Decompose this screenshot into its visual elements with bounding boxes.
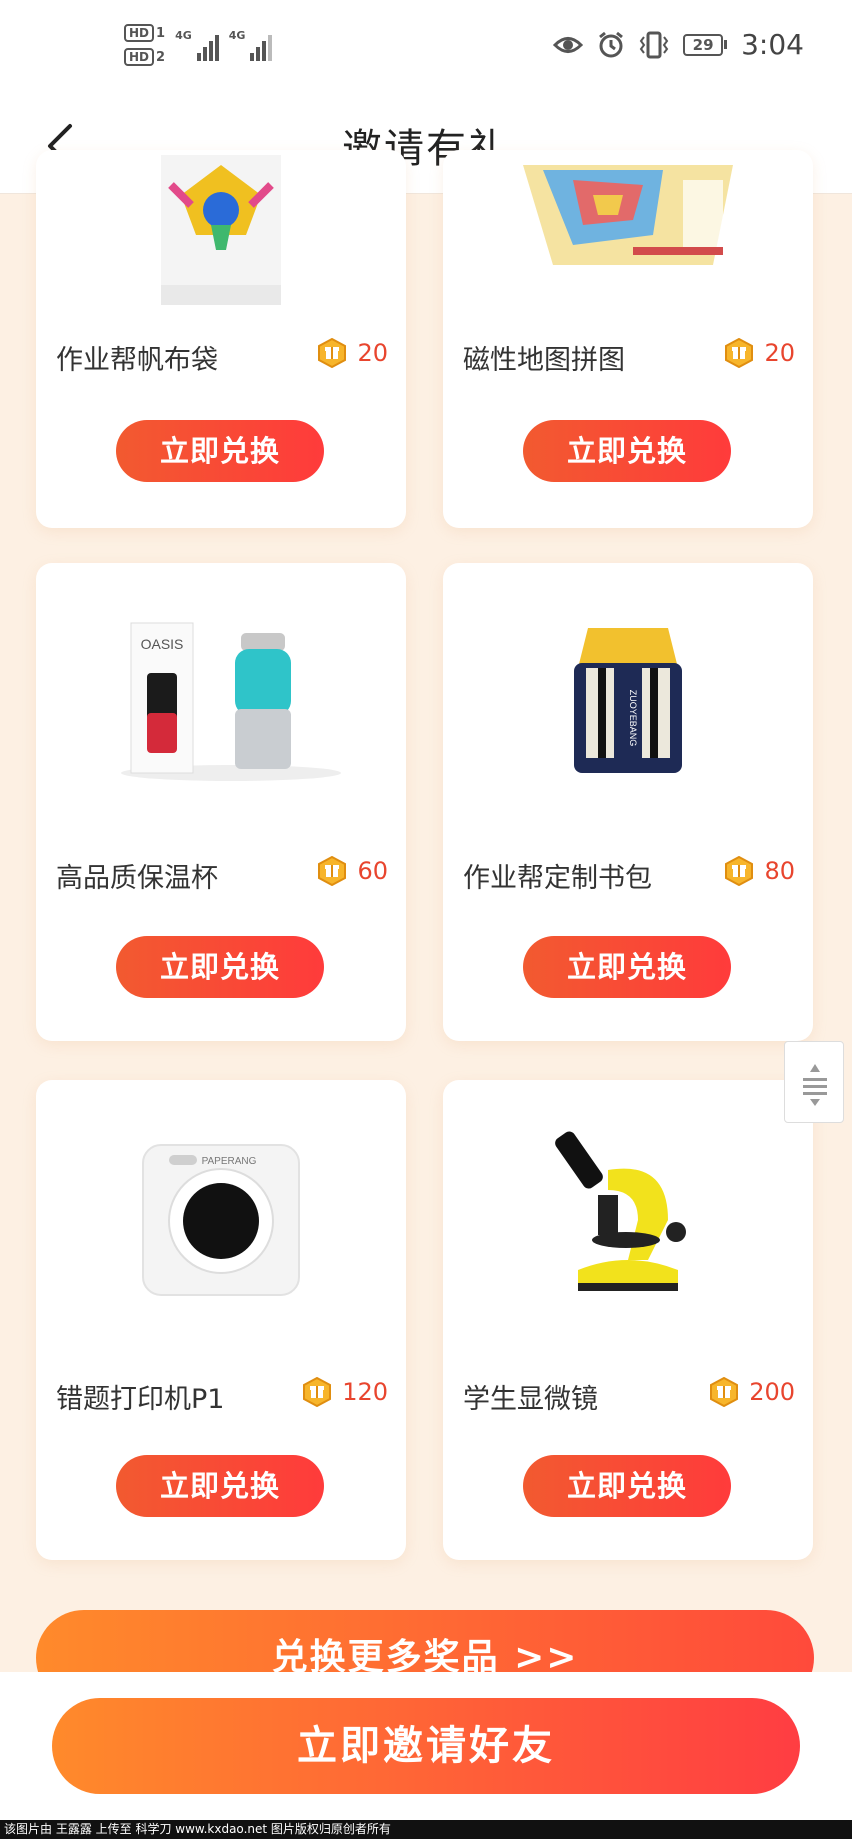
price-value: 120 bbox=[342, 1378, 388, 1406]
network-type-1: 4G bbox=[175, 29, 192, 42]
sim1-index: 1 bbox=[156, 25, 166, 41]
price-value: 60 bbox=[357, 857, 388, 885]
product-price: 200 bbox=[709, 1377, 795, 1407]
product-card-microscope: 学生显微镜 200 立即兑换 bbox=[443, 1080, 813, 1560]
sim-indicators: HD 1 HD 2 4G 4G bbox=[124, 24, 273, 66]
product-price: 120 bbox=[302, 1377, 388, 1407]
product-price: 20 bbox=[317, 338, 388, 368]
drag-handle-icon bbox=[803, 1064, 827, 1106]
redeem-button[interactable]: 立即兑换 bbox=[116, 1455, 324, 1517]
price-value: 200 bbox=[749, 1378, 795, 1406]
product-image-microscope bbox=[443, 1080, 813, 1350]
gift-coin-icon bbox=[725, 856, 754, 886]
sim1-hd-label: HD bbox=[124, 24, 155, 42]
redeem-button[interactable]: 立即兑换 bbox=[116, 936, 324, 998]
product-name: 作业帮定制书包 bbox=[463, 863, 652, 894]
product-image-thermos-cup: OASIS bbox=[36, 563, 406, 833]
gift-coin-icon bbox=[303, 1377, 332, 1407]
product-name: 高品质保温杯 bbox=[56, 863, 218, 894]
gift-coin-icon bbox=[710, 1377, 739, 1407]
product-price: 60 bbox=[317, 856, 388, 886]
battery-level: 29 bbox=[683, 33, 724, 56]
product-image-canvas-bag bbox=[36, 150, 406, 310]
product-card-map-puzzle: 磁性地图拼图 20 立即兑换 bbox=[443, 150, 813, 528]
redeem-button[interactable]: 立即兑换 bbox=[116, 420, 324, 482]
backpack-brand: ZUOYEBANG bbox=[628, 690, 638, 747]
gift-coin-icon bbox=[318, 338, 347, 368]
signal-icon-2: 4G bbox=[229, 29, 273, 61]
printer-brand: PAPERANG bbox=[202, 1156, 257, 1167]
product-price: 80 bbox=[724, 856, 795, 886]
signal-icon-1: 4G bbox=[175, 29, 219, 61]
status-bar: HD 1 HD 2 4G 4G 29 3:04 bbox=[0, 0, 852, 98]
scroll-handle[interactable] bbox=[784, 1041, 844, 1123]
alarm-icon bbox=[599, 31, 624, 57]
gift-coin-icon bbox=[725, 338, 754, 368]
invite-friends-button[interactable]: 立即邀请好友 bbox=[52, 1698, 800, 1794]
status-right-group: 29 3:04 bbox=[553, 28, 804, 61]
redeem-button[interactable]: 立即兑换 bbox=[523, 936, 731, 998]
price-value: 80 bbox=[764, 857, 795, 885]
product-card-thermos-cup: OASIS 高品质保温杯 60 立即兑换 bbox=[36, 563, 406, 1041]
product-price: 20 bbox=[724, 338, 795, 368]
product-name: 磁性地图拼图 bbox=[463, 345, 625, 376]
product-image-backpack: ZUOYEBANG bbox=[443, 563, 813, 833]
price-value: 20 bbox=[357, 339, 388, 367]
product-name: 学生显微镜 bbox=[463, 1384, 598, 1415]
network-type-2: 4G bbox=[228, 29, 246, 42]
app-root: HD 1 HD 2 4G 4G 29 3:04 邀请有礼 作业帮帆布袋 20 立… bbox=[0, 0, 852, 1839]
price-value: 20 bbox=[764, 339, 795, 367]
product-card-mini-printer: PAPERANG 错题打印机P1 120 立即兑换 bbox=[36, 1080, 406, 1560]
redeem-button[interactable]: 立即兑换 bbox=[523, 420, 731, 482]
product-image-mini-printer: PAPERANG bbox=[36, 1080, 406, 1350]
sim2-index: 2 bbox=[156, 49, 166, 65]
product-name: 错题打印机P1 bbox=[56, 1384, 225, 1415]
sim2-hd-label: HD bbox=[124, 48, 155, 66]
product-name: 作业帮帆布袋 bbox=[56, 345, 218, 376]
battery-icon: 29 bbox=[683, 33, 728, 56]
product-card-backpack: ZUOYEBANG 作业帮定制书包 80 立即兑换 bbox=[443, 563, 813, 1041]
gift-coin-icon bbox=[318, 856, 347, 886]
product-image-map-puzzle bbox=[443, 150, 813, 290]
sim1-hd-badge: HD 1 bbox=[124, 24, 165, 42]
watermark-footer: 该图片由 王露露 上传至 科学刀 www.kxdao.net 图片版权归原创者所… bbox=[0, 1820, 852, 1839]
eye-icon bbox=[553, 36, 584, 53]
thermos-box-brand: OASIS bbox=[141, 636, 184, 652]
product-card-canvas-bag: 作业帮帆布袋 20 立即兑换 bbox=[36, 150, 406, 528]
vibrate-icon bbox=[639, 31, 669, 58]
sim2-hd-badge: HD 2 bbox=[124, 48, 165, 66]
status-time: 3:04 bbox=[741, 28, 804, 61]
bottom-action-bar: 立即邀请好友 bbox=[0, 1672, 852, 1820]
redeem-button[interactable]: 立即兑换 bbox=[523, 1455, 731, 1517]
